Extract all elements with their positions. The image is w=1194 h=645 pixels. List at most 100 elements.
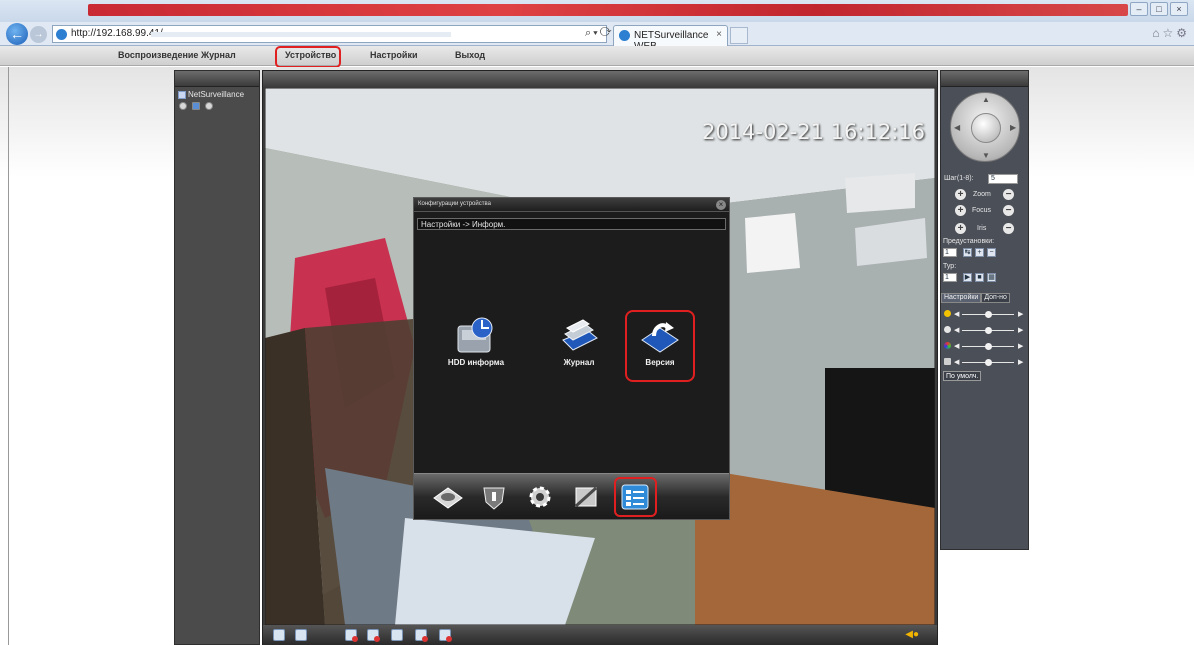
focus-in-icon[interactable]: + — [955, 205, 966, 216]
ptz-panel: ▲ ▼ ◀ ▶ Шаг(1-8): 5 + Zoom − + Focus − +… — [940, 70, 1029, 550]
close-window-button[interactable]: × — [1170, 2, 1188, 16]
menu-logout[interactable]: Выход — [455, 50, 485, 60]
redacted-title-area — [88, 4, 1128, 16]
forward-button[interactable]: → — [30, 26, 47, 43]
minimize-button[interactable]: – — [1130, 2, 1148, 16]
ptz-direction-wheel[interactable]: ▲ ▼ ◀ ▶ — [950, 92, 1020, 162]
video-toolbar: ◀● — [263, 625, 937, 645]
contrast-slider[interactable]: ◀ ▶ — [944, 325, 1026, 335]
pan-left-icon[interactable]: ◀ — [954, 123, 960, 132]
alarm-icon[interactable] — [478, 482, 510, 512]
tab-close-icon[interactable]: × — [716, 29, 722, 40]
pan-up-icon[interactable]: ▲ — [982, 95, 990, 104]
preset-delete-icon[interactable]: − — [987, 248, 996, 257]
url-field[interactable]: http://192.168.99.41/ ⌕▾⟳✕ — [52, 25, 622, 43]
fullscreen-icon[interactable] — [273, 629, 285, 641]
increase-icon[interactable]: ▶ — [1018, 342, 1023, 350]
pan-down-icon[interactable]: ▼ — [982, 151, 990, 160]
device-tree-panel: NetSurveillance — [174, 70, 260, 645]
browser-toolbar-icons[interactable]: ⌂☆⚙ — [1152, 26, 1190, 40]
slider-knob[interactable] — [985, 359, 992, 366]
dialog-close-icon[interactable]: × — [716, 200, 726, 210]
decrease-icon[interactable]: ◀ — [954, 358, 959, 366]
open-all-icon[interactable] — [345, 629, 358, 642]
pan-right-icon[interactable]: ▶ — [1010, 123, 1016, 132]
record-icon[interactable] — [391, 629, 403, 641]
info-tab-highlight — [614, 477, 657, 517]
window-layout-icon[interactable] — [295, 629, 307, 641]
decrease-icon[interactable]: ◀ — [954, 342, 959, 350]
stream-icon[interactable] — [192, 102, 200, 110]
ie-page-icon — [56, 29, 67, 40]
preset-add-icon[interactable]: + — [975, 248, 984, 257]
disconnect-icon[interactable] — [205, 102, 213, 110]
snapshot-icon[interactable] — [439, 629, 452, 642]
log-icon — [562, 319, 598, 351]
url-text: http://192.168.99.41/ — [71, 28, 163, 39]
decrease-icon[interactable]: ◀ — [954, 326, 959, 334]
increase-icon[interactable]: ▶ — [1018, 358, 1023, 366]
log-item[interactable]: Журнал — [539, 316, 619, 376]
dialog-bottom-tabs — [414, 473, 729, 519]
device-icon — [178, 90, 186, 99]
hdd-info-item[interactable]: HDD информа — [436, 316, 516, 376]
menu-settings[interactable]: Настройки — [370, 50, 417, 60]
menu-playback[interactable]: Воспроизведение — [118, 50, 198, 60]
hue-icon — [944, 358, 951, 365]
focus-out-icon[interactable]: − — [1003, 205, 1014, 216]
hdd-info-icon — [457, 317, 493, 353]
breadcrumb-text: Настройки -> Информ. — [421, 220, 506, 229]
system-settings-icon[interactable] — [524, 482, 556, 512]
zoom-out-icon[interactable]: − — [1003, 189, 1014, 200]
tour-play-icon[interactable]: ▶ — [963, 273, 972, 282]
iris-open-icon[interactable]: + — [955, 223, 966, 234]
hdd-info-label: HDD информа — [447, 358, 505, 367]
increase-icon[interactable]: ▶ — [1018, 310, 1023, 318]
tab-settings[interactable]: Настройки — [941, 293, 982, 303]
tour-grid-icon[interactable]: ▦ — [987, 273, 996, 282]
preset-input[interactable]: 1 — [943, 248, 957, 257]
connect-all-icon[interactable] — [179, 102, 187, 110]
step-select[interactable]: 5 — [988, 174, 1018, 184]
maximize-button[interactable]: □ — [1150, 2, 1168, 16]
slider-knob[interactable] — [985, 327, 992, 334]
record-config-icon[interactable] — [432, 482, 464, 512]
speaker-icon[interactable]: ◀● — [905, 629, 919, 640]
video-header — [263, 71, 937, 87]
default-button[interactable]: По умолч. — [943, 371, 982, 381]
new-tab-button[interactable] — [730, 27, 748, 44]
browser-address-bar: ← → http://192.168.99.41/ ⌕▾⟳✕ NETSurvei… — [0, 22, 1194, 52]
ptz-center-button[interactable] — [971, 113, 1001, 143]
tour-stop-icon[interactable]: ■ — [975, 273, 984, 282]
ptz-tabs: Настройки Доп-но — [941, 293, 1028, 303]
hue-slider[interactable]: ◀ ▶ — [944, 357, 1026, 367]
brightness-slider[interactable]: ◀ ▶ — [944, 309, 1026, 319]
preset-goto-icon[interactable]: ↹ — [963, 248, 972, 257]
dialog-title: Конфигурации устройства — [418, 201, 491, 207]
browser-tab[interactable]: NETSurveillance WEB × — [613, 25, 728, 52]
slider-knob[interactable] — [985, 343, 992, 350]
iris-close-icon[interactable]: − — [1003, 223, 1014, 234]
menu-log[interactable]: Журнал — [201, 50, 236, 60]
tab-additional[interactable]: Доп-но — [981, 293, 1010, 303]
brightness-icon — [944, 310, 951, 317]
back-button[interactable]: ← — [6, 23, 28, 45]
device-tree-root[interactable]: NetSurveillance — [178, 90, 244, 99]
device-tree-label: NetSurveillance — [188, 90, 245, 99]
ie-tab-icon — [619, 30, 630, 41]
saturation-slider[interactable]: ◀ ▶ — [944, 341, 1026, 351]
decrease-icon[interactable]: ◀ — [954, 310, 959, 318]
zoom-in-icon[interactable]: + — [955, 189, 966, 200]
dialog-title-bar: Конфигурации устройства × — [414, 198, 729, 212]
focus-label: Focus — [972, 207, 992, 214]
device-tree-buttons — [179, 102, 213, 110]
close-all-icon[interactable] — [367, 629, 380, 642]
left-divider — [8, 67, 9, 645]
iris-label: Iris — [977, 225, 987, 232]
tour-input[interactable]: 1 — [943, 273, 957, 282]
advanced-tools-icon[interactable] — [570, 482, 602, 512]
talk-icon[interactable] — [415, 629, 428, 642]
slider-knob[interactable] — [985, 311, 992, 318]
ptz-header — [941, 71, 1028, 87]
increase-icon[interactable]: ▶ — [1018, 326, 1023, 334]
